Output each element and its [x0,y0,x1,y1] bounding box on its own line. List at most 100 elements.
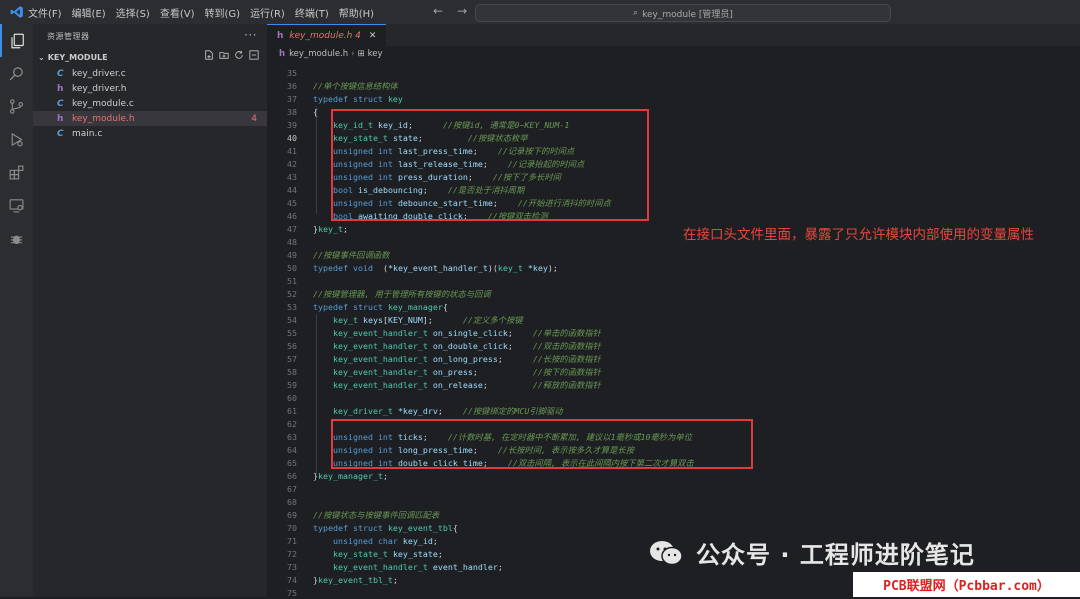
line-number: 75 [287,587,297,598]
new-folder-icon[interactable] [219,50,229,60]
code-token: //按键绑定的MCU引脚驱动 [462,405,563,416]
h-file-icon: h [57,113,64,124]
annotation-text: 在接口头文件里面，暴露了只允许模块内部使用的变量属性 [683,227,1034,243]
new-file-icon[interactable] [204,50,214,60]
problem-count-badge: 4 [251,113,257,124]
file-item[interactable]: Ckey_module.c [33,96,267,111]
line-number: 70 [287,522,297,533]
code-token: key_state [392,548,438,559]
breadcrumb: h key_module.h › ⊞ key [267,46,1080,62]
code-token: keys [362,314,383,325]
menu-item[interactable]: 查看(V) [160,9,195,20]
menu-item[interactable]: 运行(R) [250,9,285,20]
code-token: unsigned char [332,535,398,546]
tab-key-module-h[interactable]: h key_module.h 4 ✕ [267,24,387,46]
explorer-title-text: 资源管理器 [47,31,90,41]
more-actions-icon[interactable]: ··· [244,28,257,42]
search-view-icon[interactable] [0,57,33,90]
code-token: //按键状态与按键事件回调匹配表 [313,509,440,520]
code-token: key_t [497,262,523,273]
file-item[interactable]: h key_module.h 4 [33,111,267,126]
tab-label: key_module.h 4 [289,30,361,41]
menu-item[interactable]: 选择(S) [116,9,150,20]
code-token: key_manager [387,301,443,312]
breadcrumb-symbol[interactable]: key [368,49,383,59]
extensions-icon[interactable] [0,156,33,189]
code-token: key_event_tbl [387,522,453,533]
file-item[interactable]: Ckey_driver.c [33,66,267,81]
code-token: //长按的函数指针 [532,353,601,364]
collapse-all-icon[interactable] [249,50,259,60]
menu-item[interactable]: 终端(T) [295,9,329,20]
line-number: 57 [287,353,297,364]
code-token: ; [432,535,438,546]
code-token: { [452,522,458,533]
explorer-title: 资源管理器 ··· [33,24,267,48]
code-line: 54 key_t keys[KEY_NUM]; //定义多个按键 [267,313,523,326]
code-token: typedef struct [313,301,388,312]
back-arrow-icon[interactable]: ← [433,4,443,18]
debug-bug-icon[interactable] [0,222,33,255]
code-line: 68 [267,495,313,508]
code-token: ; [507,327,533,338]
menu-item[interactable]: 转到(G) [205,9,241,20]
menu-item[interactable]: 帮助(H) [339,9,374,20]
code-line: 35 [267,66,313,79]
refresh-icon[interactable] [234,50,244,60]
close-icon[interactable]: ✕ [369,31,377,41]
code-line: 67 [267,482,313,495]
code-token: key_state_t [332,548,388,559]
code-token: ; [342,223,348,234]
code-token: //按键事件回调函数 [313,249,390,260]
forward-arrow-icon[interactable]: → [457,4,467,18]
code-token: ; [382,470,388,481]
code-line: 38 { [267,105,318,118]
file-item[interactable]: Cmain.c [33,126,267,141]
code-token: //释放的函数指针 [532,379,601,390]
menu-item[interactable]: 编辑(E) [72,9,106,20]
line-number: 36 [287,80,297,91]
explorer-icon[interactable] [0,24,33,57]
code-token: on_double_click [432,340,508,351]
line-number: 53 [287,301,297,312]
code-line: 73 key_event_handler_t event_handler; [267,560,503,573]
breadcrumb-file[interactable]: key_module.h [289,49,348,59]
h-file-icon: h [279,49,286,59]
code-token: ; [482,379,533,390]
code-token: key_event_handler_t [332,366,428,377]
menu-item[interactable]: 文件(F) [28,9,62,20]
code-line: 48 [267,235,313,248]
line-number: 59 [287,379,297,390]
line-number: 45 [287,197,297,208]
code-token: key_event_handler_t [332,561,428,572]
explorer-sidebar: 资源管理器 ··· ⌄ KEY_MODULE Ckey_driver.c h key… [33,24,267,597]
code-token: //按键管理器, 用于管理所有按键的状态与回调 [313,288,491,299]
line-number: 60 [287,392,297,403]
code-token: //双击的函数指针 [532,340,601,351]
code-token: ; [437,405,463,416]
file-name: key_module.h [72,113,135,124]
chevron-down-icon: ⌄ [38,52,45,62]
file-item[interactable]: h key_driver.h [33,81,267,96]
line-number: 72 [287,548,297,559]
code-token: { [313,106,318,117]
line-number: 39 [287,119,297,130]
code-token: *key_drv [397,405,438,416]
folder-header[interactable]: ⌄ KEY_MODULE [33,48,267,66]
code-token: ; [497,353,533,364]
line-number: 44 [287,184,297,195]
remote-explorer-icon[interactable] [0,189,33,222]
code-token: key_event_handler_t [332,379,428,390]
line-number: 62 [287,418,297,429]
command-center-search[interactable]: ⌕ key_module [管理员] [475,4,891,22]
code-token: key_id [402,535,433,546]
source-control-icon[interactable] [0,90,33,123]
run-debug-icon[interactable] [0,123,33,156]
wechat-icon [650,540,683,565]
